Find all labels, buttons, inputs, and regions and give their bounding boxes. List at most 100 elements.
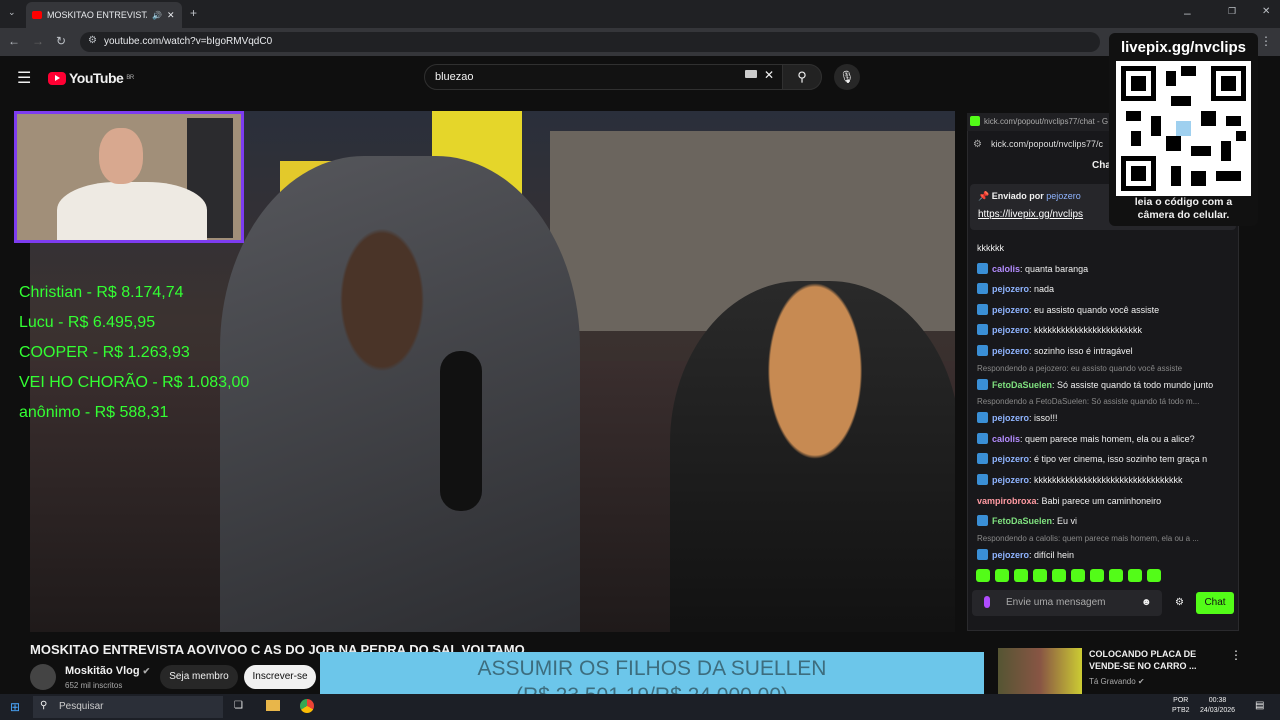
emote-icon[interactable] (1128, 569, 1142, 582)
url-field[interactable]: youtube.com/watch?v=bIgoRMVqdC0 (80, 32, 1100, 52)
user-badge-icon (977, 283, 988, 295)
site-info-icon[interactable]: ⚙ (88, 35, 97, 46)
clock-time: 00:38 (1208, 697, 1227, 704)
send-chat-button[interactable]: Chat (1196, 592, 1234, 614)
browser-tab-bar: ⌄ MOSKITAO ENTREVISTA AO 🔊 ✕ + – ❐ ✕ (0, 0, 1280, 28)
chat-message: pejozero: difícil hein (977, 545, 1232, 566)
search-button[interactable]: ⚲ (782, 64, 822, 90)
qr-caption-line: leia o código com a (1134, 196, 1233, 208)
new-tab-icon[interactable]: + (190, 6, 197, 20)
hamburger-menu-icon[interactable]: ☰ (17, 68, 31, 88)
settings-gear-icon[interactable]: ⚙ (1175, 597, 1184, 608)
channel-name[interactable]: Moskitão Vlog ✔ (65, 665, 150, 677)
emote-icon[interactable] (1147, 569, 1161, 582)
chat-input[interactable]: Envie uma mensagem (972, 590, 1162, 616)
clock-date: 24/03/2026 (1200, 707, 1236, 714)
chat-username[interactable]: pejozero (992, 305, 1029, 315)
taskbar-clock[interactable]: 00:38 24/03/2026 (1200, 696, 1235, 716)
chrome-icon[interactable] (300, 699, 314, 713)
chat-username[interactable]: FetoDaSuelen (992, 380, 1052, 390)
browser-tab[interactable]: MOSKITAO ENTREVISTA AO 🔊 ✕ (26, 2, 182, 28)
task-view-icon[interactable]: ❏ (234, 700, 243, 711)
qr-title: livepix.gg/nvclips (1120, 39, 1247, 56)
donor-list: Christian - R$ 8.174,74 Lucu - R$ 6.495,… (19, 278, 249, 428)
forward-icon[interactable]: → (32, 34, 44, 48)
emote-icon[interactable] (1033, 569, 1047, 582)
chat-text: kkkkkk (977, 243, 1004, 253)
tab-title: MOSKITAO ENTREVISTA AO (47, 10, 147, 20)
taskbar-search[interactable]: Pesquisar (33, 696, 223, 718)
emote-icon[interactable] (1071, 569, 1085, 582)
chat-username[interactable]: FetoDaSuelen (992, 516, 1052, 526)
tab-list-icon[interactable]: ⌄ (8, 7, 16, 18)
menu-dots-icon[interactable]: ⋮ (1260, 34, 1272, 48)
donor-entry: VEI HO CHORÃO - R$ 1.083,00 (19, 374, 250, 391)
mic-icon[interactable] (984, 596, 990, 608)
notification-icon[interactable]: ▤ (1255, 700, 1264, 711)
youtube-logo-text: YouTube (69, 70, 124, 86)
user-badge-icon (977, 412, 988, 424)
chat-messages: kkkkkk calolis: quanta baranga pejozero: n… (977, 238, 1232, 565)
file-explorer-icon[interactable] (266, 700, 280, 711)
related-channel-text: Tá Gravando (1089, 677, 1136, 686)
search-icon: ⚲ (40, 700, 48, 711)
chat-username[interactable]: pejozero (992, 550, 1029, 560)
clear-search-icon[interactable]: ✕ (764, 68, 774, 82)
emoji-icon[interactable]: ☻ (1141, 597, 1152, 608)
subscribe-button[interactable]: Inscrever-se (244, 665, 316, 689)
chat-username[interactable]: calolis (992, 264, 1020, 274)
emote-icon[interactable] (1090, 569, 1104, 582)
chat-username[interactable]: calolis (992, 434, 1020, 444)
qr-code (1116, 61, 1251, 196)
site-info-icon: ⚙ (973, 139, 982, 150)
join-button[interactable]: Seja membro (160, 665, 238, 689)
chat-message: pejozero: nada (977, 279, 1232, 300)
chat-message: FetoDaSuelen: Eu vi (977, 511, 1232, 532)
keyboard-icon[interactable] (745, 70, 757, 78)
chat-username[interactable]: pejozero (992, 325, 1029, 335)
close-tab-icon[interactable]: ✕ (167, 10, 175, 21)
streamer-webcam (14, 111, 244, 243)
voice-search-button[interactable]: 🎙 (834, 64, 860, 90)
youtube-play-icon (48, 71, 66, 85)
emote-icon[interactable] (976, 569, 990, 582)
audio-icon[interactable]: 🔊 (152, 11, 162, 20)
chat-text: Babi parece um caminhoneiro (1041, 495, 1162, 506)
chat-message: pejozero: é tipo ver cinema, isso sozinh… (977, 449, 1232, 470)
chat-username[interactable]: pejozero (992, 346, 1029, 356)
chat-username[interactable]: pejozero (992, 284, 1029, 294)
chat-username[interactable]: pejozero (992, 413, 1029, 423)
back-icon[interactable]: ← (8, 34, 20, 48)
donor-entry: Lucu - R$ 6.495,95 (19, 314, 156, 331)
search-input[interactable]: bluezao (424, 64, 784, 90)
chat-message: kkkkkk (977, 238, 1232, 259)
chat-username[interactable]: pejozero (992, 454, 1029, 464)
chat-username[interactable]: pejozero (992, 475, 1029, 485)
emote-icon[interactable] (995, 569, 1009, 582)
channel-avatar[interactable] (30, 664, 56, 690)
related-video-thumbnail[interactable] (998, 648, 1082, 696)
emote-icon[interactable] (1014, 569, 1028, 582)
pin-icon: 📌 (978, 191, 990, 201)
emote-bar[interactable] (976, 569, 1161, 582)
emote-icon[interactable] (1052, 569, 1066, 582)
user-badge-icon (977, 473, 988, 485)
chat-message: pejozero: isso!!! (977, 408, 1232, 429)
chat-username[interactable]: vampirobroxa (977, 496, 1037, 506)
qr-caption-line: câmera do celular. (1137, 209, 1230, 221)
qr-caption: leia o código com a câmera do celular. (1109, 196, 1258, 222)
language-indicator[interactable]: POR PTB2 (1172, 696, 1190, 716)
youtube-logo[interactable]: YouTube BR (48, 70, 134, 86)
microphone (440, 351, 482, 511)
youtube-favicon-icon (32, 11, 42, 19)
restore-icon[interactable]: ❐ (1228, 6, 1236, 17)
close-window-icon[interactable]: ✕ (1262, 6, 1270, 17)
reload-icon[interactable]: ↻ (56, 34, 66, 48)
windows-start-icon[interactable]: ⊞ (10, 700, 20, 714)
more-options-icon[interactable]: ⋮ (1230, 648, 1242, 662)
emote-icon[interactable] (1109, 569, 1123, 582)
related-video-title[interactable]: COLOCANDO PLACA DE VENDE-SE NO CARRO ... (1089, 648, 1219, 672)
subscriber-count: 652 mil inscritos (65, 681, 123, 690)
minimize-icon[interactable]: – (1184, 6, 1191, 20)
interviewee (670, 281, 955, 632)
